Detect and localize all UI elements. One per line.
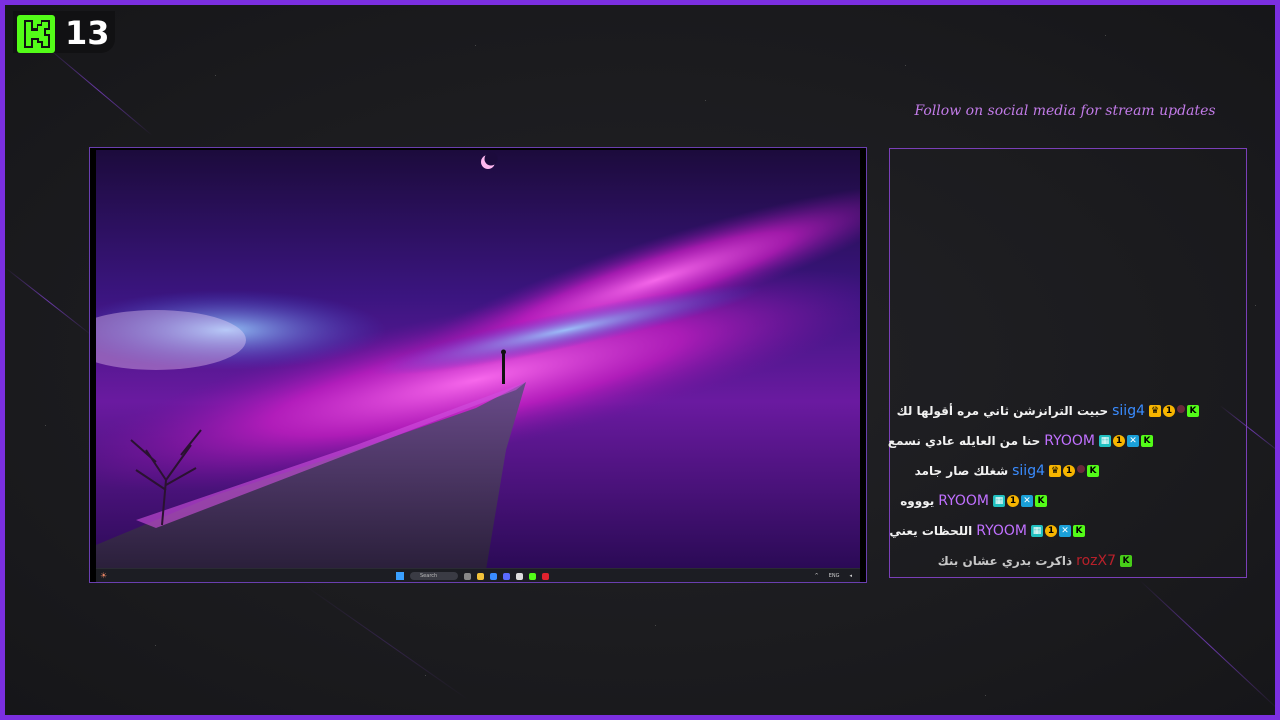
file-explorer-icon[interactable]	[477, 572, 484, 580]
chat-message: K ✕ 1 ▦ RYOOM اللحظات يعني	[889, 518, 1085, 544]
chat-text: يوووه	[900, 494, 935, 508]
decor-line	[5, 267, 92, 336]
sword-badge-icon: ✕	[1059, 525, 1071, 537]
decor-line	[304, 585, 470, 701]
kick-app-icon[interactable]	[529, 572, 536, 580]
user-badges: K 1 ♛	[1149, 405, 1199, 417]
decor-line	[44, 45, 153, 136]
viewer-count: 13	[65, 14, 110, 52]
wallpaper-image	[96, 150, 860, 570]
chat-text: حنا من العايله عادي نسمع	[887, 434, 1041, 448]
kick-badge-icon: K	[1141, 435, 1153, 447]
screen-capture: ☀ Search ^ ENG ◂	[89, 147, 867, 583]
chat-username[interactable]: siig4	[1112, 403, 1145, 419]
windows-start-icon[interactable]	[396, 572, 404, 580]
user-badges: K ✕ 1 ▦	[1099, 435, 1153, 447]
taskbar: ☀ Search ^ ENG ◂	[96, 568, 860, 582]
chat-message: K rozX7 ذاكرت بدري عشان بنك	[938, 548, 1132, 574]
decor-line	[1139, 580, 1275, 711]
moderator-dot-icon	[1077, 465, 1085, 473]
chat-text: شغلك صار جامد	[914, 464, 1009, 478]
chat-username[interactable]: siig4	[1012, 463, 1045, 479]
kick-badge-icon: K	[1087, 465, 1099, 477]
kick-badge-icon: K	[1187, 405, 1199, 417]
user-badges: K 1 ♛	[1049, 465, 1099, 477]
kick-badge-icon: K	[1073, 525, 1085, 537]
user-badges: K ✕ 1 ▦	[1031, 525, 1085, 537]
kick-logo-icon	[17, 15, 55, 53]
subscriber-one-icon: 1	[1113, 435, 1125, 447]
gift-badge-icon: ▦	[1031, 525, 1043, 537]
chat-username[interactable]: RYOOM	[938, 493, 989, 509]
taskview-icon[interactable]	[464, 572, 471, 580]
chrome-icon[interactable]	[542, 572, 549, 580]
subscriber-one-icon: 1	[1163, 405, 1175, 417]
subscriber-one-icon: 1	[1007, 495, 1019, 507]
language-indicator[interactable]: ENG	[829, 571, 840, 581]
viewer-badge: 13	[13, 11, 115, 53]
sword-badge-icon: ✕	[1021, 495, 1033, 507]
chat-message: K ✕ 1 ▦ RYOOM حنا من العايله عادي نسمع	[888, 428, 1153, 454]
user-badges: K ✕ 1 ▦	[993, 495, 1047, 507]
user-badges: K	[1120, 555, 1132, 567]
discord-icon[interactable]	[503, 572, 510, 580]
kick-badge-icon: K	[1035, 495, 1047, 507]
follow-banner: Follow on social media for stream update…	[914, 103, 1216, 119]
chat-message: K 1 ♛ siig4 حبيت الترانزشن ثاني مره أقول…	[897, 398, 1199, 424]
edge-icon[interactable]	[490, 572, 497, 580]
chat-username[interactable]: RYOOM	[1044, 433, 1095, 449]
chat-username[interactable]: rozX7	[1076, 553, 1116, 569]
taskbar-search[interactable]: Search	[410, 572, 458, 580]
subscriber-one-icon: 1	[1063, 465, 1075, 477]
moderator-dot-icon	[1177, 405, 1185, 413]
subscriber-one-icon: 1	[1045, 525, 1057, 537]
gift-badge-icon: ▦	[1099, 435, 1111, 447]
chat-message: K 1 ♛ siig4 شغلك صار جامد	[915, 458, 1099, 484]
sword-badge-icon: ✕	[1127, 435, 1139, 447]
chat-text: ذاكرت بدري عشان بنك	[937, 554, 1073, 568]
chat-text: حبيت الترانزشن ثاني مره أقولها لك	[896, 404, 1109, 418]
chat-text: اللحظات يعني	[889, 524, 973, 538]
weather-icon[interactable]: ☀	[100, 570, 107, 581]
stream-overlay-frame: 13 Follow on social media for stream upd…	[0, 0, 1280, 720]
obs-icon[interactable]	[516, 572, 523, 580]
crown-icon: ♛	[1149, 405, 1161, 417]
chat-message: K ✕ 1 ▦ RYOOM يوووه	[900, 488, 1047, 514]
crown-icon: ♛	[1049, 465, 1061, 477]
chat-username[interactable]: RYOOM	[976, 523, 1027, 539]
volume-icon[interactable]: ◂	[849, 571, 852, 581]
kick-badge-icon: K	[1120, 555, 1132, 567]
gift-badge-icon: ▦	[993, 495, 1005, 507]
tray-chevron-icon[interactable]: ^	[815, 571, 819, 581]
